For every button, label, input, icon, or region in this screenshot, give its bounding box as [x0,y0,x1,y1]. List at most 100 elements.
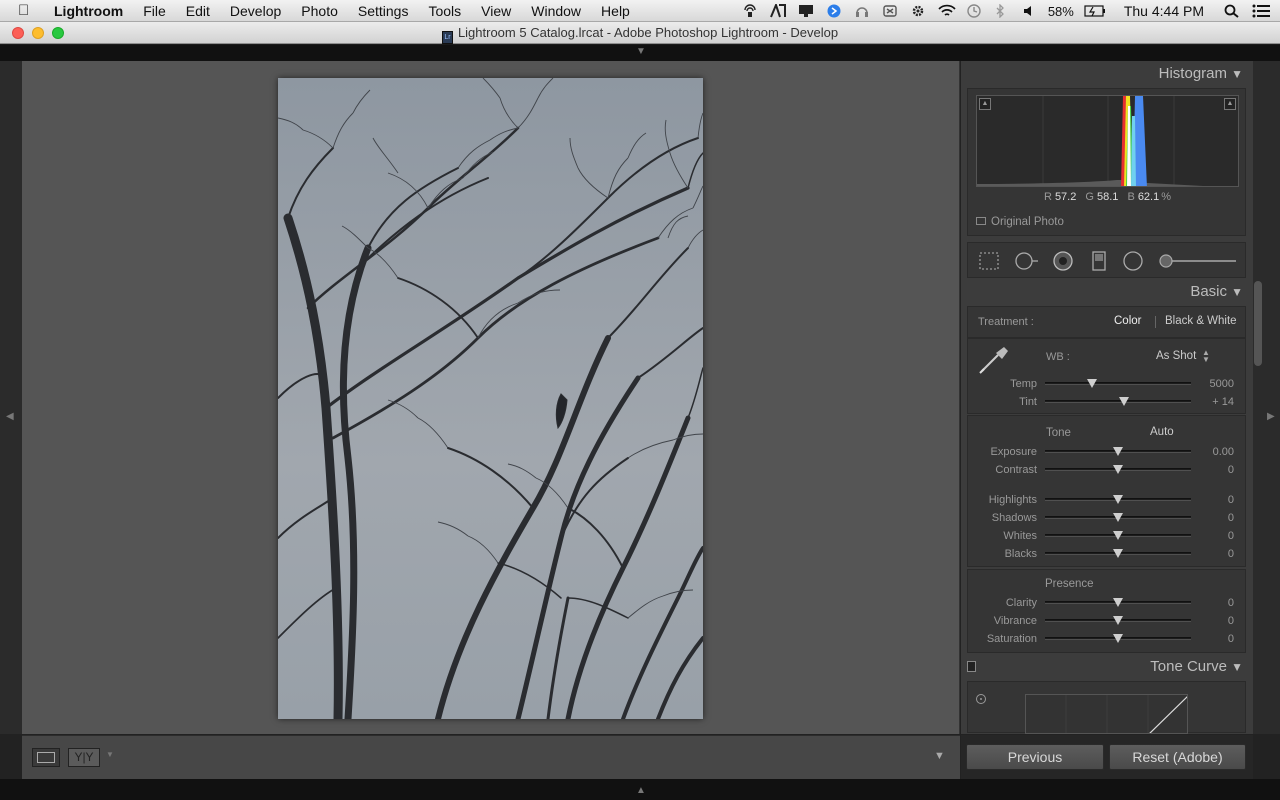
scrollbar-thumb[interactable] [1254,281,1262,366]
collapse-basic-icon[interactable]: ▼ [1231,279,1243,305]
spot-removal-icon[interactable] [1014,250,1038,272]
collapse-tone-curve-icon[interactable]: ▼ [1231,654,1243,680]
before-after-view-icon[interactable]: Y|Y [68,748,100,767]
right-panel-scrollbar[interactable] [1253,61,1263,734]
auto-tone-button[interactable]: Auto [1150,426,1174,438]
contrast-value[interactable]: 0 [1192,464,1234,476]
view-options-chevron-down-icon[interactable]: ▼ [106,750,114,759]
clarity-value[interactable]: 0 [1192,597,1234,609]
menu-photo[interactable]: Photo [301,3,338,19]
shadows-slider-knob[interactable] [1113,513,1123,522]
menu-help[interactable]: Help [601,3,630,19]
vibrance-value[interactable]: 0 [1192,615,1234,627]
show-left-panel-icon[interactable]: ◀ [6,411,14,422]
show-top-panel-icon[interactable]: ▼ [636,46,646,57]
notification-center-icon[interactable] [1252,4,1270,18]
exposure-slider[interactable] [1045,447,1191,456]
collapse-histogram-icon[interactable]: ▼ [1231,61,1243,87]
temp-slider-knob[interactable] [1086,379,1097,388]
display-icon[interactable] [798,4,814,18]
wb-dropdown-icon[interactable]: ▲ ▼ [1202,349,1210,364]
adjustment-brush-icon[interactable] [1158,250,1238,272]
wifi-icon[interactable] [938,4,956,18]
previous-button[interactable]: Previous [966,744,1104,770]
highlights-slider-knob[interactable] [1113,495,1123,504]
highlights-slider[interactable] [1045,495,1191,504]
highlights-value[interactable]: 0 [1192,494,1234,506]
radial-filter-icon[interactable] [1122,250,1144,272]
original-photo-toggle[interactable]: Original Photo [976,216,1064,228]
vibrance-slider-knob[interactable] [1113,616,1123,625]
highlight-clipping-indicator-icon[interactable]: ▲ [1224,98,1236,110]
blacks-slider[interactable] [1045,549,1191,558]
exposure-value[interactable]: 0.00 [1192,446,1234,458]
whites-slider[interactable] [1045,531,1191,540]
whites-value[interactable]: 0 [1192,530,1234,542]
tint-slider[interactable] [1045,397,1191,406]
menu-window[interactable]: Window [531,3,581,19]
shadows-slider[interactable] [1045,513,1191,522]
window-minimize-button[interactable] [32,27,44,39]
loupe-view-icon[interactable] [32,748,60,767]
shadow-clipping-indicator-icon[interactable]: ▲ [979,98,991,110]
clarity-slider[interactable] [1045,598,1191,607]
apple-icon[interactable]:  [18,2,38,19]
module-picker-collapsed[interactable]: ▼ [0,45,1280,61]
vibrance-slider[interactable] [1045,616,1191,625]
histogram-header[interactable]: Histogram ▼ [967,61,1247,87]
tint-value[interactable]: + 14 [1192,396,1234,408]
blacks-slider-knob[interactable] [1113,549,1123,558]
tint-slider-knob[interactable] [1118,397,1129,406]
left-panel-collapsed[interactable]: ◀ [0,61,22,734]
battery-percent[interactable]: 58% [1048,4,1074,19]
red-eye-correction-icon[interactable] [1052,250,1074,272]
time-machine-icon[interactable] [966,4,982,18]
temp-value[interactable]: 5000 [1192,378,1234,390]
whites-slider-knob[interactable] [1113,531,1123,540]
tone-curve-graph[interactable] [1025,694,1188,734]
contrast-slider-knob[interactable] [1113,465,1123,474]
graduated-filter-icon[interactable] [1088,250,1110,272]
menu-app-name[interactable]: Lightroom [54,3,123,19]
menu-settings[interactable]: Settings [358,3,409,19]
window-close-button[interactable] [12,27,24,39]
menu-edit[interactable]: Edit [186,3,210,19]
photo-preview[interactable] [278,78,703,719]
contrast-slider[interactable] [1045,465,1191,474]
treatment-color-button[interactable]: Color [1114,315,1141,327]
menu-file[interactable]: File [143,3,166,19]
saturation-value[interactable]: 0 [1192,633,1234,645]
gear-icon[interactable] [910,4,926,18]
right-edge-collapsed[interactable]: ▶ [1263,61,1280,734]
window-zoom-button[interactable] [52,27,64,39]
menu-tools[interactable]: Tools [428,3,461,19]
basic-header[interactable]: Basic ▼ [967,279,1247,305]
bluetooth-icon[interactable] [994,3,1010,19]
app-status-icon[interactable] [826,4,842,18]
sync-icon[interactable] [882,4,898,18]
image-canvas[interactable] [22,61,960,734]
treatment-bw-button[interactable]: Black & White [1165,315,1237,327]
saturation-slider[interactable] [1045,634,1191,643]
saturation-slider-knob[interactable] [1113,634,1123,643]
volume-icon[interactable] [1022,4,1038,18]
menu-develop[interactable]: Develop [230,3,281,19]
filmstrip-collapsed[interactable]: ▲ [0,779,1280,800]
shadows-value[interactable]: 0 [1192,512,1234,524]
targeted-adjustment-icon[interactable] [976,694,986,704]
menubar-clock[interactable]: Thu 4:44 PM [1124,3,1204,19]
exposure-slider-knob[interactable] [1113,447,1123,456]
headset-icon[interactable] [854,4,870,18]
toolbar-content-chevron-down-icon[interactable]: ▼ [934,750,945,762]
crop-overlay-icon[interactable] [978,250,1000,272]
tone-curve-switch-icon[interactable] [967,661,976,672]
eyedropper-icon[interactable] [978,343,1012,375]
temp-slider[interactable] [1045,379,1191,388]
original-photo-checkbox[interactable] [976,217,986,225]
spotlight-search-icon[interactable] [1224,4,1240,18]
hide-right-panel-icon[interactable]: ▶ [1267,411,1275,422]
clarity-slider-knob[interactable] [1113,598,1123,607]
histogram-graph[interactable]: ▲ ▲ [976,95,1239,187]
show-filmstrip-icon[interactable]: ▲ [636,785,646,796]
adobe-icon[interactable] [769,2,786,18]
